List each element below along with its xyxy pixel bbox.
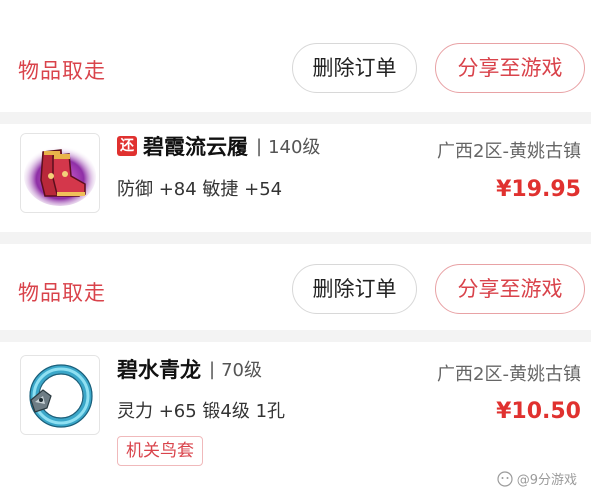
item-price: ¥10.50 xyxy=(496,399,581,424)
item-level: 70级 xyxy=(221,360,262,381)
order-status: 物品取走 xyxy=(18,281,106,305)
item-name[interactable]: 碧水青龙 xyxy=(117,354,201,384)
server-name: 广西2区-黄姚古镇 xyxy=(437,364,581,385)
boots-icon xyxy=(21,134,99,212)
item-level: 140级 xyxy=(268,137,321,158)
section-divider xyxy=(0,112,591,124)
item-title-row: 碧水青龙 | 70级 xyxy=(117,354,262,384)
item-price: ¥19.95 xyxy=(496,177,581,202)
title-separator: | xyxy=(209,358,216,380)
dragon-bracelet-icon xyxy=(21,356,99,434)
watermark: @9分游戏 xyxy=(497,469,577,488)
delete-order-button[interactable]: 删除订单 xyxy=(292,43,417,93)
share-to-game-button[interactable]: 分享至游戏 xyxy=(435,264,585,314)
item-thumbnail[interactable] xyxy=(20,355,100,435)
order-header: 物品取走 删除订单 分享至游戏 xyxy=(0,244,591,328)
item-thumbnail[interactable] xyxy=(20,133,100,213)
server-name: 广西2区-黄姚古镇 xyxy=(437,141,581,162)
item-stats: 防御 +84 敏捷 +54 xyxy=(117,179,283,200)
order-header: 物品取走 删除订单 分享至游戏 xyxy=(0,12,591,122)
item-set-chip: 机关鸟套 xyxy=(117,436,203,466)
section-divider xyxy=(0,232,591,244)
watermark-logo-icon xyxy=(497,470,513,487)
return-tag-badge: 还 xyxy=(117,136,137,156)
title-separator: | xyxy=(256,135,263,157)
watermark-text: @9分游戏 xyxy=(516,473,577,488)
order-status: 物品取走 xyxy=(18,59,106,83)
delete-order-button[interactable]: 删除订单 xyxy=(292,264,417,314)
item-title-row: 还 碧霞流云履 | 140级 xyxy=(117,131,320,161)
item-name[interactable]: 碧霞流云履 xyxy=(143,131,248,161)
share-to-game-button[interactable]: 分享至游戏 xyxy=(435,43,585,93)
item-stats: 灵力 +65 锻4级 1孔 xyxy=(117,401,286,422)
section-divider xyxy=(0,330,591,342)
